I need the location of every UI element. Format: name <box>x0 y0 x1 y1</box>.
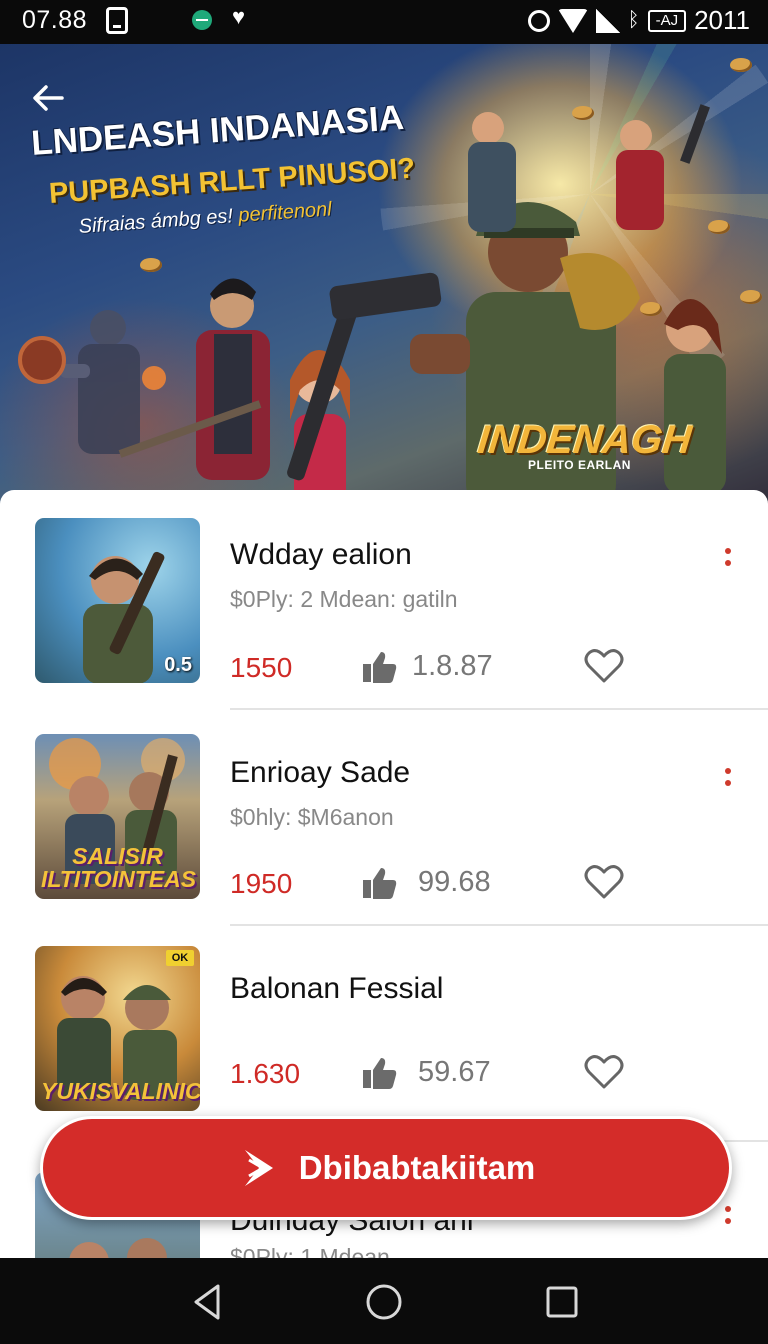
item-subtitle: $0hly: $M6anon <box>230 804 394 830</box>
coin-decoration <box>730 58 752 72</box>
alarm-icon <box>527 9 550 32</box>
coin-decoration <box>140 258 162 272</box>
list-item[interactable]: SALISIR ILTITOINTEAS Enrioay Sade $0hly:… <box>0 710 768 926</box>
signal-icon <box>595 8 620 33</box>
coin-decoration <box>640 302 662 316</box>
bluetooth-icon: ᛒ <box>627 9 640 31</box>
status-clock: 2011 <box>694 5 750 35</box>
back-arrow-icon <box>33 85 64 111</box>
heart-icon[interactable] <box>584 1054 624 1090</box>
coin-decoration <box>740 290 762 304</box>
item-title: Enrioay Sade <box>230 756 411 789</box>
app-notification-icon <box>192 10 212 30</box>
game-logo: INDENAGH <box>475 418 694 462</box>
thumbnail-corner-badge: OK <box>166 950 194 966</box>
status-time: 07.88 <box>22 6 88 34</box>
item-rating: 59.67 <box>418 1056 491 1088</box>
item-subtitle: $0Ply: 2 Mdean: gatiln <box>230 586 458 612</box>
thumbnail-badge: 0.5 <box>164 654 192 676</box>
game-thumbnail: 0.5 <box>35 518 200 683</box>
system-navigation-bar <box>0 1258 768 1344</box>
play-store-icon <box>244 1150 273 1186</box>
back-button[interactable] <box>28 78 68 118</box>
battery-icon: -AJ <box>647 9 687 32</box>
list-item[interactable]: 0.5 Wdday ealion $0Ply: 2 Mdean: gatiln … <box>0 490 768 710</box>
coin-decoration <box>708 220 730 234</box>
thumbs-up-icon[interactable] <box>361 650 397 684</box>
item-rating: 99.68 <box>418 866 491 898</box>
item-rating: 1.8.87 <box>412 650 493 682</box>
item-title: Balonan Fessial <box>230 972 444 1005</box>
more-vertical-icon[interactable] <box>722 768 734 798</box>
heart-icon[interactable] <box>584 648 624 684</box>
thumbnail-title: YUKISVALINIC <box>41 1078 200 1104</box>
nav-recents-icon[interactable] <box>540 1280 584 1324</box>
heart-notification-icon: ♥ <box>232 4 246 29</box>
nav-home-icon[interactable] <box>362 1280 406 1324</box>
more-vertical-icon[interactable] <box>722 548 734 578</box>
thumbs-up-icon[interactable] <box>361 866 397 900</box>
heart-icon[interactable] <box>584 864 624 900</box>
nav-back-icon[interactable] <box>186 1280 230 1324</box>
item-price: 1550 <box>230 652 293 683</box>
list-item[interactable]: OK YUKISVALINIC Balonan Fessial 1.630 59… <box>0 926 768 1142</box>
more-vertical-icon[interactable] <box>722 1206 734 1236</box>
thumbs-up-icon[interactable] <box>361 1056 397 1090</box>
game-thumbnail: SALISIR ILTITOINTEAS <box>35 734 200 899</box>
primary-action-label: Dbibabtakiitam <box>298 1149 536 1186</box>
phone-icon <box>106 7 128 34</box>
wifi-icon <box>557 8 588 33</box>
coin-decoration <box>572 106 594 120</box>
item-price: 1950 <box>230 868 293 899</box>
game-thumbnail: OK YUKISVALINIC <box>35 946 200 1111</box>
thumbnail-title: SALISIR ILTITOINTEAS <box>41 843 197 892</box>
primary-action-button[interactable]: Dbibabtakiitam <box>40 1116 732 1220</box>
item-title: Wdday ealion <box>230 538 412 571</box>
status-bar: 07.88 ♥ ᛒ -AJ 2011 <box>0 0 768 44</box>
game-logo-subtitle: PLEITO EARLAN <box>528 458 631 472</box>
hero-banner: LNDEASH INDANASIA PUPBASH RLLT PINUSOI? … <box>0 44 768 514</box>
item-price: 1.630 <box>230 1058 301 1089</box>
